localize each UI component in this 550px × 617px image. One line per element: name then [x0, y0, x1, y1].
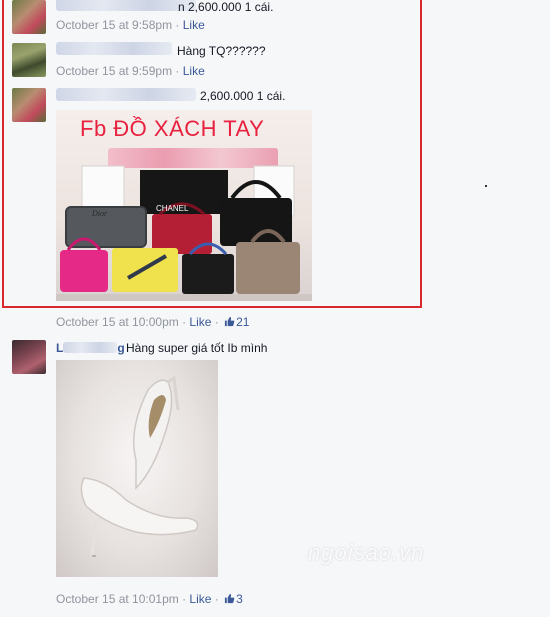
- meta-separator: ·: [178, 315, 190, 329]
- commenter-name-redacted[interactable]: [63, 342, 118, 353]
- commenter-name-end[interactable]: g: [117, 341, 124, 355]
- highlight-frame: [2, 0, 422, 308]
- comment-text: Hàng super giá tốt Ib mình: [126, 341, 268, 355]
- like-link[interactable]: Like: [189, 592, 211, 606]
- comment-timestamp[interactable]: October 15 at 10:01pm: [56, 592, 179, 606]
- shoes-illustration: [80, 375, 199, 557]
- comment-thread: n 2,600.000 1 cái. October 15 at 9:58pm …: [0, 0, 550, 617]
- like-count[interactable]: 21: [236, 315, 249, 329]
- commenter-name[interactable]: Lg: [56, 341, 125, 355]
- meta-separator: ·: [211, 592, 223, 606]
- like-link[interactable]: Like: [189, 315, 211, 329]
- meta-separator: ·: [211, 315, 223, 329]
- commenter-name-start[interactable]: L: [56, 341, 63, 355]
- thumbs-up-icon[interactable]: [224, 593, 235, 604]
- watermark-text: ngoisao.vn: [308, 540, 425, 565]
- comment-meta: October 15 at 10:01pm · Like · 3: [56, 592, 243, 606]
- shoes-photo[interactable]: [56, 360, 218, 577]
- thumbs-up-icon[interactable]: [224, 316, 235, 327]
- comment-meta: October 15 at 10:00pm · Like · 21: [56, 315, 249, 329]
- commenter-avatar[interactable]: [12, 340, 46, 374]
- comment-timestamp[interactable]: October 15 at 10:00pm: [56, 315, 179, 329]
- like-count[interactable]: 3: [236, 592, 243, 606]
- stray-dot: [485, 185, 487, 187]
- meta-separator: ·: [178, 592, 190, 606]
